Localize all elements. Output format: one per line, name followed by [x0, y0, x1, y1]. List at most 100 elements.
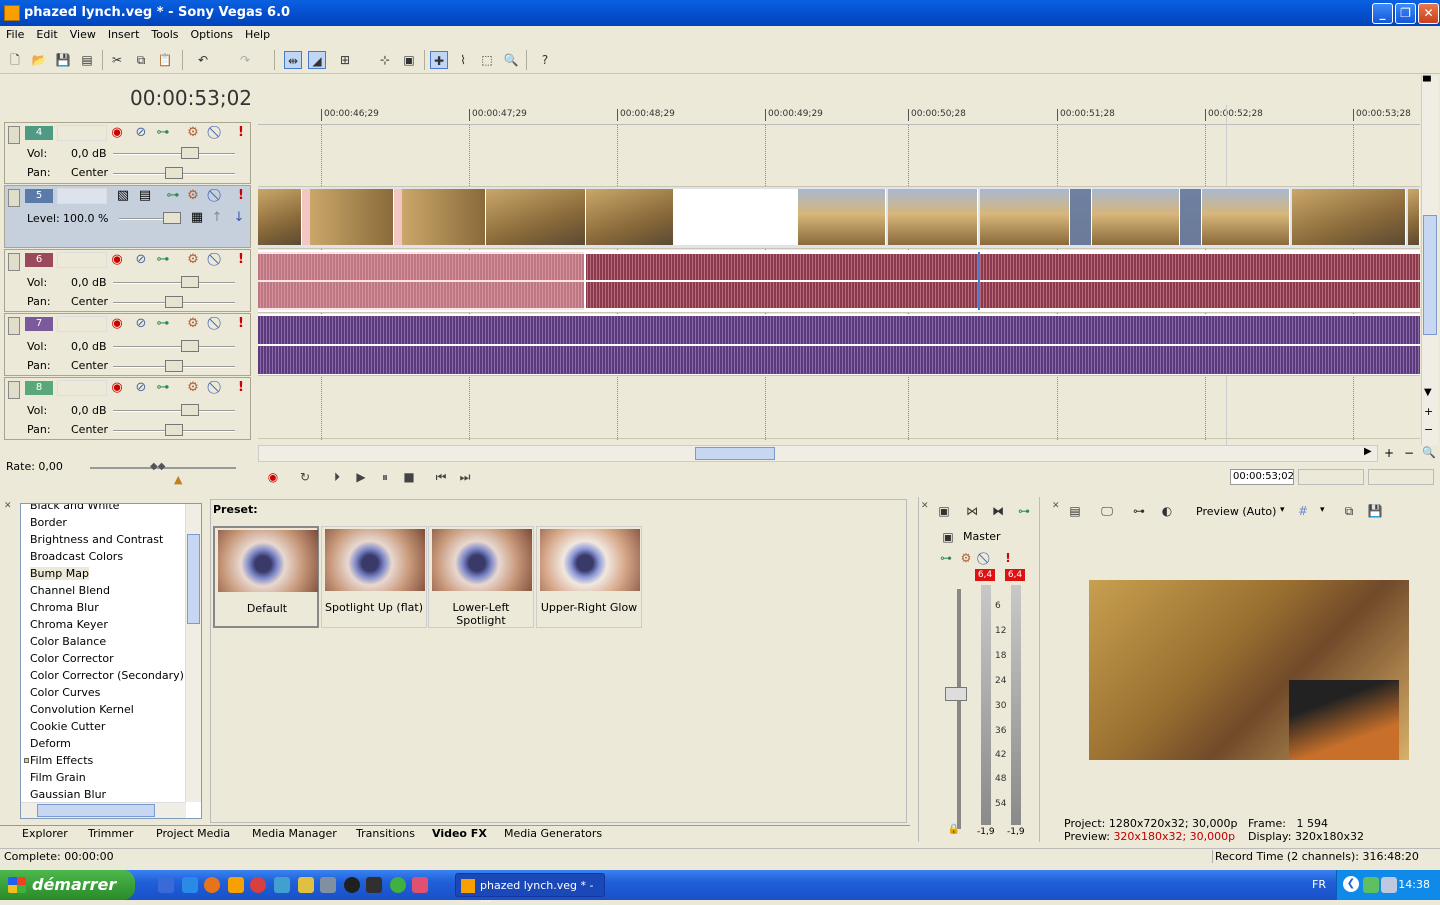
horizontal-scroll-thumb[interactable] [37, 804, 155, 817]
track-grip[interactable] [8, 126, 20, 144]
preset-thumbnail[interactable]: Lower-Left Spotlight [428, 526, 534, 628]
save-snapshot-icon[interactable]: 💾 [1366, 502, 1384, 520]
level-slider[interactable] [119, 212, 181, 224]
group-icon[interactable]: ▣ [400, 51, 418, 69]
list-item[interactable]: Channel Blend [30, 584, 110, 597]
preview-quality-dropdown[interactable]: Preview (Auto) [1196, 505, 1276, 518]
solo-icon[interactable]: ! [233, 252, 249, 268]
zoom-tool-icon[interactable]: 🔍 [502, 51, 520, 69]
invert-phase-icon[interactable]: ⊘ [133, 252, 149, 268]
copy-icon[interactable]: ⧉ [132, 51, 150, 69]
audio-waveform[interactable] [258, 316, 1420, 344]
app-icon[interactable] [366, 877, 382, 893]
track-lane-5[interactable] [258, 187, 1420, 249]
timeline-horizontal-scrollbar[interactable] [258, 445, 1378, 462]
list-item[interactable]: Brightness and Contrast [30, 533, 163, 546]
list-item[interactable]: Gaussian Blur [30, 788, 106, 801]
ripple-edit-icon[interactable]: ⇹ [284, 51, 302, 69]
tab-video-fx[interactable]: Video FX [432, 827, 487, 840]
track-fx-icon[interactable]: ⊶ [155, 252, 171, 268]
video-clip[interactable] [1070, 189, 1092, 245]
video-clip[interactable] [980, 189, 1070, 245]
restore-button[interactable]: ❐ [1395, 3, 1416, 24]
track-grip[interactable] [8, 253, 20, 271]
marker-icon[interactable]: ▀ [1423, 77, 1431, 88]
vol-slider[interactable] [113, 276, 235, 288]
list-item[interactable]: Cookie Cutter [30, 720, 105, 733]
video-clip[interactable] [1292, 189, 1406, 245]
start-button[interactable]: démarrer [0, 870, 135, 900]
close-pane-icon[interactable]: ✕ [921, 501, 929, 511]
menu-file[interactable]: File [0, 26, 30, 41]
video-clip[interactable] [888, 189, 978, 245]
messenger-icon[interactable] [274, 877, 290, 893]
normal-edit-tool-icon[interactable]: ✚ [430, 51, 448, 69]
loop-icon[interactable]: ↻ [296, 468, 314, 486]
list-item[interactable]: Color Curves [30, 686, 100, 699]
firefox-icon[interactable] [204, 877, 220, 893]
video-clip[interactable] [1180, 189, 1202, 245]
chevron-down-icon[interactable]: ▾ [1280, 505, 1285, 515]
menu-help[interactable]: Help [239, 26, 276, 41]
timeline[interactable]: 00:00:46;29 00:00:47;29 00:00:48;29 00:0… [258, 75, 1420, 445]
preview-properties-icon[interactable]: ▤ [1066, 502, 1084, 520]
compositing-mode-icon[interactable]: ▧ [115, 188, 131, 204]
scroll-right-icon[interactable]: ▶ [1364, 446, 1372, 457]
insert-bus-icon[interactable]: ▣ [935, 502, 953, 520]
track-lane-8[interactable] [258, 377, 1420, 439]
track-lane-4[interactable] [258, 125, 1420, 187]
chevron-down-icon[interactable]: ▾ [1320, 505, 1325, 515]
split-screen-icon[interactable]: ◐ [1158, 502, 1176, 520]
menu-tools[interactable]: Tools [145, 26, 184, 41]
track-header-8[interactable]: 8 ◉ ⊘ ⊶ ⚙ ⃠ ! Vol: 0,0 dB Pan: Center [4, 377, 251, 440]
track-motion-icon[interactable]: ⊶ [165, 188, 181, 204]
pan-slider-thumb[interactable] [165, 167, 183, 179]
tab-project-media[interactable]: Project Media [156, 827, 230, 840]
pan-slider-thumb[interactable] [165, 424, 183, 436]
tray-icon[interactable] [1363, 877, 1379, 893]
pan-slider-thumb[interactable] [165, 296, 183, 308]
mute-icon[interactable]: ⃠ [977, 549, 995, 567]
arm-record-icon[interactable]: ◉ [109, 125, 125, 141]
list-item[interactable]: Chroma Keyer [30, 618, 108, 631]
tab-explorer[interactable]: Explorer [22, 827, 68, 840]
mute-icon[interactable]: ⃠ [209, 125, 225, 141]
list-item[interactable]: Deform [30, 737, 71, 750]
video-clip[interactable] [302, 189, 394, 245]
list-item[interactable]: Chroma Blur [30, 601, 99, 614]
vol-slider[interactable] [113, 340, 235, 352]
app-icon[interactable] [320, 877, 336, 893]
show-desktop-icon[interactable] [158, 877, 174, 893]
pan-slider[interactable] [113, 360, 235, 372]
track-name-field[interactable] [57, 188, 107, 204]
master-fader-thumb[interactable] [945, 687, 967, 701]
menu-insert[interactable]: Insert [102, 26, 146, 41]
redo-icon[interactable]: ↷ [236, 51, 254, 69]
arm-record-icon[interactable]: ◉ [109, 380, 125, 396]
list-item[interactable]: Color Corrector (Secondary) [30, 669, 184, 682]
video-preview-frame[interactable] [1089, 580, 1409, 760]
track-header-6[interactable]: 6 ◉ ⊘ ⊶ ⚙ ⃠ ! Vol: 0,0 dB Pan: Center [4, 249, 251, 312]
parent-child-icon[interactable]: ▤ [137, 188, 153, 204]
close-button[interactable]: ✕ [1418, 3, 1439, 24]
track-settings-icon[interactable]: ⚙ [185, 125, 201, 141]
play-from-start-icon[interactable]: ⏵ [328, 468, 346, 486]
level-slider-thumb[interactable] [163, 212, 181, 224]
preset-thumbnail[interactable]: Upper-Right Glow [536, 526, 642, 628]
internet-explorer-icon[interactable] [182, 877, 198, 893]
tab-transitions[interactable]: Transitions [356, 827, 415, 840]
app-icon[interactable] [250, 877, 266, 893]
selection-start-timecode[interactable]: 00:00:53;02 [1230, 469, 1294, 485]
video-clip[interactable] [394, 189, 486, 245]
solo-icon[interactable]: ! [999, 549, 1017, 567]
new-icon[interactable]: 🗋 [6, 51, 24, 69]
video-clip[interactable] [1408, 189, 1420, 245]
undo-icon[interactable]: ↶ [194, 51, 212, 69]
vol-slider-thumb[interactable] [181, 404, 199, 416]
arm-record-icon[interactable]: ◉ [109, 252, 125, 268]
timeline-vertical-scrollbar[interactable]: ▀ ▼ + − [1421, 75, 1438, 445]
list-item[interactable]: Convolution Kernel [30, 703, 134, 716]
track-header-7[interactable]: 7 ◉ ⊘ ⊶ ⚙ ⃠ ! Vol: 0,0 dB Pan: Center [4, 313, 251, 376]
save-icon[interactable]: 💾 [54, 51, 72, 69]
close-pane-icon[interactable]: ✕ [4, 501, 12, 511]
